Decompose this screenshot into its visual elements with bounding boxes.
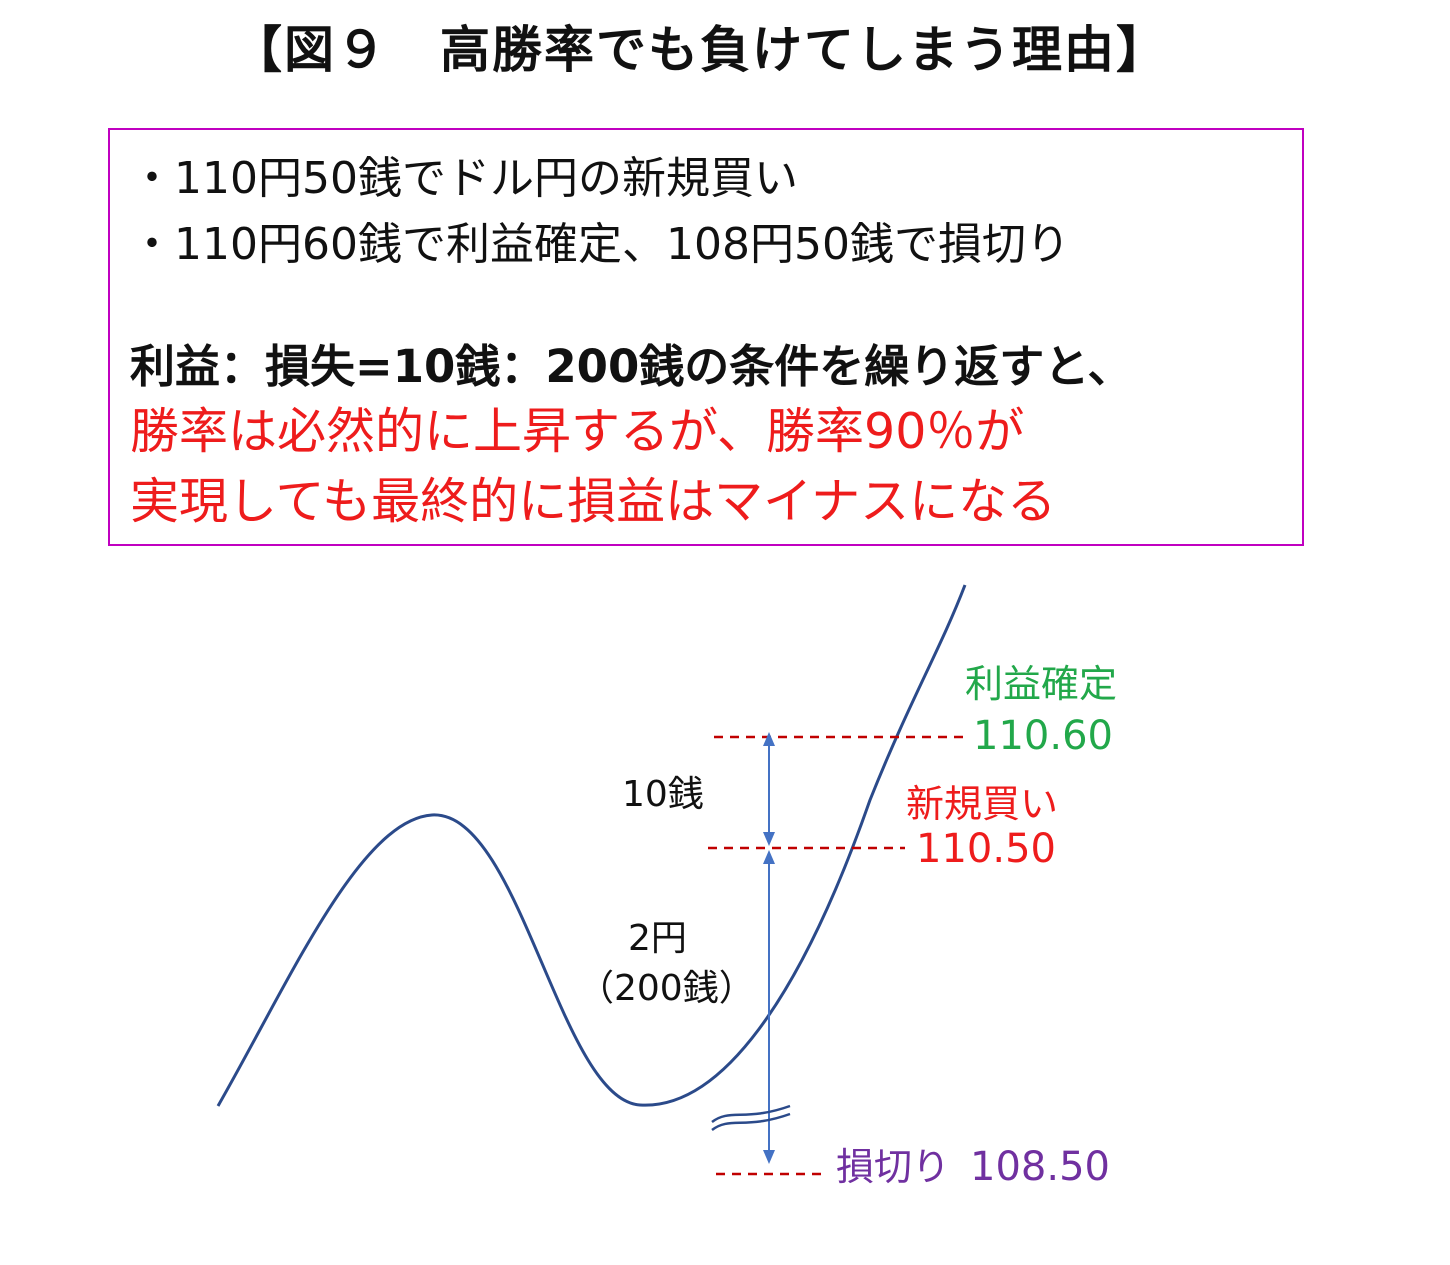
loss-label-yen: 2円: [628, 918, 687, 959]
loss-arrow-head-down: [763, 1150, 775, 1164]
stop-loss-value: 108.50: [970, 1144, 1110, 1190]
take-profit-label: 利益確定: [965, 662, 1117, 706]
entry-label: 新規買い: [906, 782, 1058, 826]
take-profit-value: 110.60: [973, 713, 1113, 759]
axis-break-mark: [711, 1104, 791, 1124]
price-diagram: 利益確定 110.60 新規買い 110.50 損切り 108.50 10銭 2…: [216, 584, 1117, 1190]
stop-loss-label: 損切り: [836, 1145, 950, 1189]
loss-arrow-head-up: [763, 850, 775, 864]
price-curve: [216, 584, 967, 1107]
loss-label-sen: （200銭）: [578, 968, 755, 1009]
gain-arrow-head-down: [763, 832, 775, 846]
gain-arrow-head-up: [763, 732, 775, 746]
entry-value: 110.50: [916, 826, 1056, 872]
gain-label: 10銭: [622, 774, 704, 815]
